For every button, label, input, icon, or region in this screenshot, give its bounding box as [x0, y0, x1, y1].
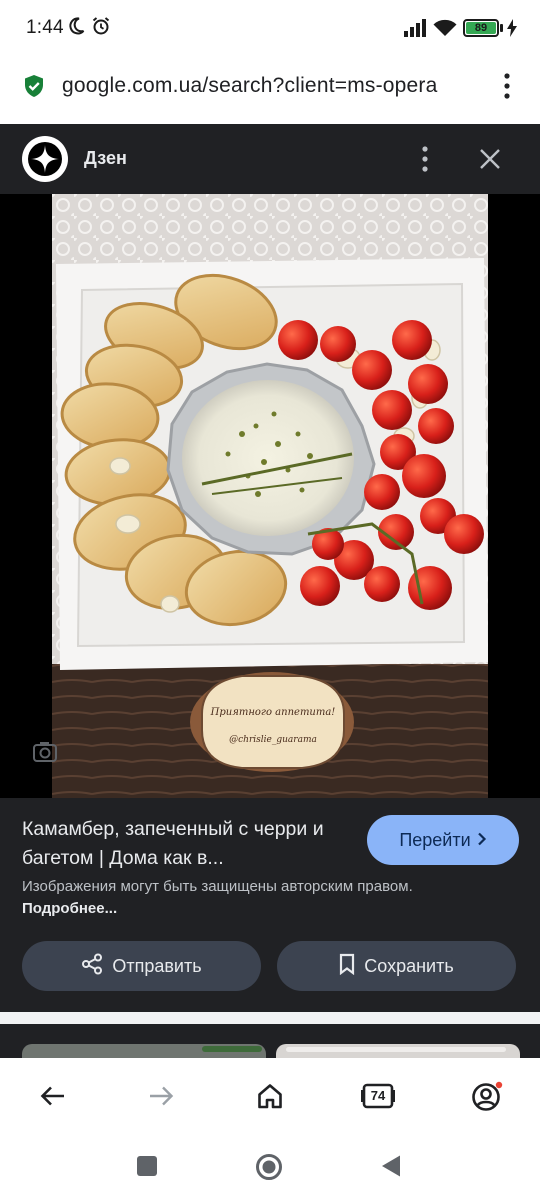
share-icon	[81, 953, 103, 980]
related-images-strip	[0, 1024, 540, 1058]
wifi-icon	[433, 18, 457, 43]
browser-menu-icon[interactable]	[502, 72, 512, 105]
browser-bottom-toolbar: 74	[0, 1058, 540, 1134]
status-time: 1:44	[26, 17, 64, 38]
copyright-text: Изображения могут быть защищены авторски…	[22, 878, 413, 895]
save-label: Сохранить	[364, 955, 454, 976]
visit-site-label: Перейти	[399, 829, 471, 850]
related-image-thumbnail[interactable]	[276, 1044, 520, 1058]
source-name[interactable]: Дзен	[84, 148, 127, 169]
battery-cap	[500, 24, 503, 32]
tabs-counter-button[interactable]: 74	[361, 1082, 395, 1110]
battery-level: 89	[466, 22, 496, 34]
do-not-disturb-moon-icon	[66, 16, 86, 42]
back-triangle-icon[interactable]	[380, 1154, 402, 1183]
back-arrow-icon[interactable]	[40, 1084, 66, 1113]
home-circle-icon[interactable]	[255, 1153, 283, 1186]
chevron-right-icon	[477, 830, 487, 851]
status-bar: 1:44 89	[0, 0, 540, 58]
share-label: Отправить	[112, 955, 202, 976]
copyright-notice: Изображения могут быть защищены авторски…	[22, 876, 422, 920]
account-icon[interactable]	[471, 1081, 503, 1118]
battery-icon: 89	[463, 19, 499, 37]
viewer-header	[0, 124, 540, 194]
forward-arrow-icon[interactable]	[148, 1084, 174, 1113]
photo-sign-line2: @chrislie_guarama	[229, 735, 317, 745]
save-button[interactable]: Сохранить	[277, 941, 516, 991]
home-icon[interactable]	[256, 1082, 284, 1115]
tab-count: 74	[370, 1088, 386, 1103]
photo-sign-line1: Приятного аппетита!	[210, 707, 336, 718]
url-text[interactable]: google.com.ua/search?client=ms-opera	[62, 74, 480, 104]
bookmark-icon	[339, 953, 355, 980]
secure-shield-icon[interactable]	[23, 74, 45, 103]
recents-square-icon[interactable]	[137, 1156, 157, 1176]
close-icon[interactable]	[479, 148, 501, 175]
viewer-more-options-icon[interactable]	[418, 145, 432, 178]
cellular-signal-icon	[403, 19, 429, 42]
system-navigation-bar	[0, 1134, 540, 1200]
preview-image[interactable]: Приятного аппетита! @chrislie_guarama	[52, 194, 488, 798]
visit-site-button[interactable]: Перейти	[367, 815, 519, 865]
image-title[interactable]: Камамбер, запеченный с черри и багетом |…	[22, 815, 357, 873]
dzen-logo-icon	[22, 136, 68, 182]
share-button[interactable]: Отправить	[22, 941, 261, 991]
charging-bolt-icon	[507, 19, 517, 42]
lens-search-icon[interactable]	[32, 740, 58, 769]
alarm-icon	[91, 16, 111, 42]
related-image-thumbnail[interactable]	[22, 1044, 266, 1058]
learn-more-link[interactable]: Подробнее...	[22, 900, 117, 917]
